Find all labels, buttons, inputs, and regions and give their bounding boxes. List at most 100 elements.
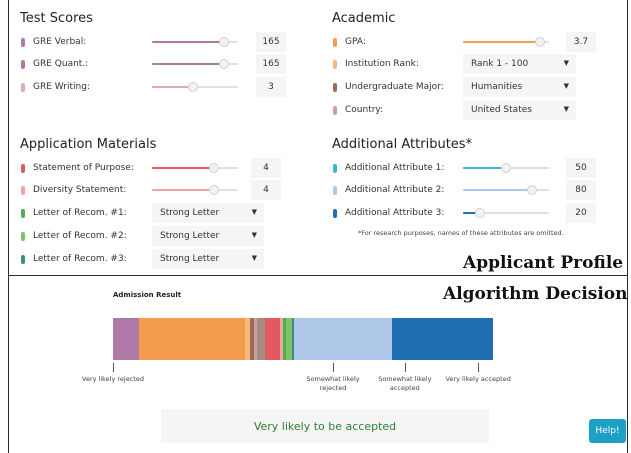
result-tick-label: Very likely rejected [82, 375, 144, 383]
gpa-slider[interactable] [463, 37, 549, 47]
letter-1-row: Letter of Recom. #1: [21, 203, 127, 223]
gre-writing-slider[interactable] [152, 82, 238, 92]
attribute-2-value[interactable]: 80 [566, 180, 596, 200]
attribute-3-slider[interactable] [463, 208, 549, 218]
chevron-down-icon: ▼ [563, 105, 569, 113]
frame-divider [8, 275, 628, 276]
gre-verbal-value[interactable]: 165 [256, 32, 286, 52]
attribute-3-label: Additional Attribute 3: [345, 208, 445, 218]
letter-3-label: Letter of Recom. #3: [33, 254, 127, 264]
gre-verbal-slider[interactable] [152, 37, 238, 47]
academic-title: Academic [332, 11, 396, 26]
country-row: Country: [333, 100, 383, 120]
attribute-1-row: Additional Attribute 1: [333, 158, 444, 178]
result-tick [333, 363, 335, 372]
slider-handle[interactable] [219, 37, 230, 47]
gre-verbal-label: GRE Verbal: [33, 37, 87, 47]
letter-2-select[interactable]: Strong Letter ▼ [152, 226, 264, 246]
gre-writing-row: GRE Writing: [21, 77, 90, 97]
gpa-row: GPA: [333, 32, 366, 52]
gre-writing-value[interactable]: 3 [256, 77, 286, 97]
slider-handle[interactable] [526, 185, 537, 195]
help-button[interactable]: Help! [589, 419, 626, 443]
attribute-1-value[interactable]: 50 [566, 158, 596, 178]
attribute-1-label: Additional Attribute 1: [345, 163, 445, 173]
letter-1-color-dot [21, 208, 25, 218]
letter-2-label: Letter of Recom. #2: [33, 231, 127, 241]
attribute-3-value[interactable]: 20 [566, 203, 596, 223]
gre-quant-row: GRE Quant.: [21, 54, 88, 74]
attribute-2-row: Additional Attribute 2: [333, 180, 444, 200]
slider-handle[interactable] [535, 37, 546, 47]
attribute-2-slider[interactable] [463, 185, 549, 195]
diversity-statement-value[interactable]: 4 [251, 180, 281, 200]
result-segment-statement-of-purpose [264, 318, 280, 360]
attribute-2-label: Additional Attribute 2: [345, 185, 445, 195]
gre-verbal-color-dot [21, 37, 25, 47]
institution-rank-color-dot [333, 59, 337, 69]
gre-quant-slider[interactable] [152, 59, 238, 69]
statement-of-purpose-value[interactable]: 4 [251, 158, 281, 178]
result-segment-gpa [139, 318, 246, 360]
slider-handle[interactable] [501, 163, 511, 173]
result-segment-attribute-2 [293, 318, 392, 360]
attribute-1-color-dot [333, 163, 337, 173]
attribute-2-color-dot [333, 185, 337, 195]
major-label: Undergraduate Major: [345, 82, 444, 92]
result-tick [478, 363, 480, 372]
result-segment-gre-quant [256, 318, 265, 360]
country-value: United States [471, 105, 532, 115]
result-tick-label: Somewhat likely accepted [378, 375, 432, 392]
slider-handle[interactable] [208, 163, 219, 173]
institution-rank-label: Institution Rank: [345, 59, 419, 69]
attribute-1-slider[interactable] [463, 163, 549, 173]
result-tick [113, 363, 114, 372]
letter-3-color-dot [21, 254, 25, 264]
letter-3-value: Strong Letter [160, 254, 220, 264]
institution-rank-select[interactable]: Rank 1 - 100 ▼ [463, 54, 576, 74]
result-tick [404, 363, 406, 372]
major-color-dot [333, 82, 337, 92]
letter-1-value: Strong Letter [160, 208, 220, 218]
frame-right-border [627, 0, 628, 453]
gre-writing-label: GRE Writing: [33, 82, 90, 92]
country-color-dot [333, 105, 337, 115]
major-row: Undergraduate Major: [333, 77, 444, 97]
chevron-down-icon: ▼ [251, 208, 257, 216]
letter-1-select[interactable]: Strong Letter ▼ [152, 203, 264, 223]
country-select[interactable]: United States ▼ [463, 100, 576, 120]
statement-of-purpose-label: Statement of Purpose: [33, 163, 134, 173]
algorithm-decision-label: Algorithm Decision [443, 284, 628, 304]
letter-2-row: Letter of Recom. #2: [21, 226, 127, 246]
gpa-value[interactable]: 3.7 [566, 32, 596, 52]
letter-3-select[interactable]: Strong Letter ▼ [152, 249, 264, 269]
chevron-down-icon: ▼ [563, 82, 569, 90]
attribute-3-row: Additional Attribute 3: [333, 203, 444, 223]
attributes-footnote: *For research purposes, names of these a… [358, 229, 564, 237]
additional-attributes-title: Additional Attributes* [332, 137, 473, 152]
gre-verbal-row: GRE Verbal: [21, 32, 86, 52]
admission-result-bar [113, 318, 497, 360]
gpa-color-dot [333, 37, 337, 47]
gre-quant-label: GRE Quant.: [33, 59, 89, 69]
slider-handle[interactable] [219, 59, 230, 69]
slider-handle[interactable] [188, 82, 199, 92]
decision-result-box: Very likely to be accepted [161, 409, 489, 443]
decision-result-text: Very likely to be accepted [253, 419, 397, 433]
statement-of-purpose-slider[interactable] [152, 163, 238, 173]
diversity-statement-row: Diversity Statement: [21, 180, 126, 200]
attribute-3-color-dot [333, 208, 337, 218]
major-value: Humanities [471, 82, 523, 92]
major-select[interactable]: Humanities ▼ [463, 77, 576, 97]
letter-2-value: Strong Letter [160, 231, 220, 241]
slider-handle[interactable] [475, 208, 486, 218]
statement-of-purpose-color-dot [21, 163, 25, 173]
result-segment-attribute-3 [391, 318, 493, 360]
slider-handle[interactable] [208, 185, 219, 195]
diversity-statement-color-dot [21, 185, 25, 195]
country-label: Country: [345, 105, 384, 115]
gre-quant-value[interactable]: 165 [256, 54, 286, 74]
application-materials-title: Application Materials [20, 137, 157, 152]
test-scores-title: Test Scores [20, 11, 93, 26]
diversity-statement-slider[interactable] [152, 185, 238, 195]
